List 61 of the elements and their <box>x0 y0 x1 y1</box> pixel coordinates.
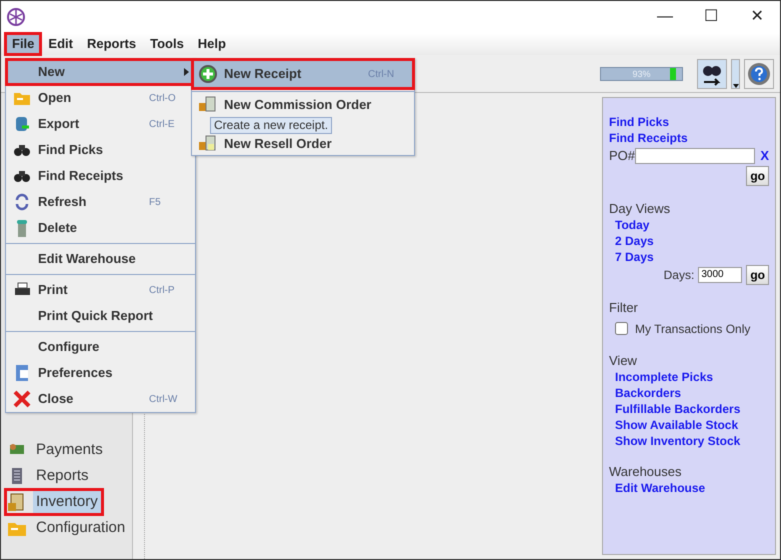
menu-item[interactable]: Find Receipts <box>6 163 195 189</box>
link[interactable]: Fulfillable Backorders <box>615 400 740 416</box>
binoculars-button[interactable] <box>697 58 727 88</box>
section-heading: Filter <box>609 298 639 316</box>
menu-item-icon <box>13 390 31 408</box>
link[interactable]: Today <box>615 216 650 232</box>
tooltip: Create a new receipt. <box>210 117 332 134</box>
go-button[interactable]: go <box>746 166 769 186</box>
checkbox[interactable] <box>615 322 628 335</box>
menu-item[interactable]: File <box>5 33 42 55</box>
menu-item[interactable]: Delete <box>6 215 195 241</box>
link[interactable]: Find Picks <box>609 114 670 130</box>
days-field[interactable]: 3000 <box>698 266 742 282</box>
link[interactable]: Edit Warehouse <box>615 480 706 496</box>
maximize-button[interactable]: ☐ <box>688 1 734 33</box>
menu-item-icon <box>13 115 31 133</box>
dropdown-button[interactable] <box>731 58 740 88</box>
link[interactable]: 2 Days <box>615 232 654 248</box>
menu-item[interactable]: Reports <box>80 33 144 55</box>
link[interactable]: Incomplete Picks <box>615 368 714 384</box>
po-field[interactable] <box>635 148 756 164</box>
menu-item[interactable]: Edit <box>41 33 80 55</box>
clear-link[interactable]: X <box>760 148 769 164</box>
menu-item[interactable]: Tools <box>143 33 191 55</box>
go-button[interactable]: go <box>746 264 769 284</box>
menu-item[interactable]: Print Ctrl-P <box>6 277 195 303</box>
menu-item[interactable]: Close Ctrl-W <box>6 386 195 412</box>
memory-reading: 93% <box>631 68 652 80</box>
close-button[interactable]: ✕ <box>734 1 780 33</box>
menu-item-icon <box>198 64 218 84</box>
section-heading: Day Views <box>609 200 672 216</box>
checkbox-row[interactable]: My Transactions Only <box>615 320 750 338</box>
sidebar-item[interactable]: Reports <box>5 463 94 489</box>
menu-item[interactable]: Find Picks <box>6 137 195 163</box>
menu-item[interactable]: Print Quick Report <box>6 303 195 329</box>
link[interactable]: 7 Days <box>615 248 654 264</box>
menu-item[interactable]: Edit Warehouse <box>6 246 195 272</box>
link[interactable]: Find Receipts <box>609 130 688 146</box>
section-heading: View <box>609 352 638 368</box>
menu-item[interactable]: Help <box>190 33 233 55</box>
menu-item-icon <box>13 364 31 382</box>
menu-item[interactable]: Open Ctrl-O <box>6 85 195 111</box>
menu-item[interactable]: New Receipt Ctrl-N <box>192 59 414 89</box>
link[interactable]: Backorders <box>615 384 682 400</box>
sidebar-item[interactable]: Payments <box>5 437 108 463</box>
help-icon <box>747 62 771 86</box>
app-logo-icon <box>7 8 25 26</box>
sidebar-item[interactable]: Configuration <box>5 515 130 541</box>
help-button[interactable] <box>744 58 774 88</box>
menu-item[interactable]: New Commission Order <box>192 94 414 116</box>
link[interactable]: Show Available Stock <box>615 416 738 432</box>
po-label: PO# <box>609 147 636 165</box>
link[interactable]: Show Inventory Stock <box>615 432 740 448</box>
menu-item[interactable]: Configure <box>6 334 195 360</box>
section-heading: Warehouses <box>609 462 682 480</box>
caret-icon <box>732 84 738 88</box>
menu-item[interactable]: Refresh F5 <box>6 189 195 215</box>
menu-item-icon <box>13 193 31 211</box>
days-label: Days: <box>664 266 694 284</box>
menu-item[interactable]: Preferences <box>6 360 195 386</box>
minimize-button[interactable]: — <box>642 1 688 33</box>
